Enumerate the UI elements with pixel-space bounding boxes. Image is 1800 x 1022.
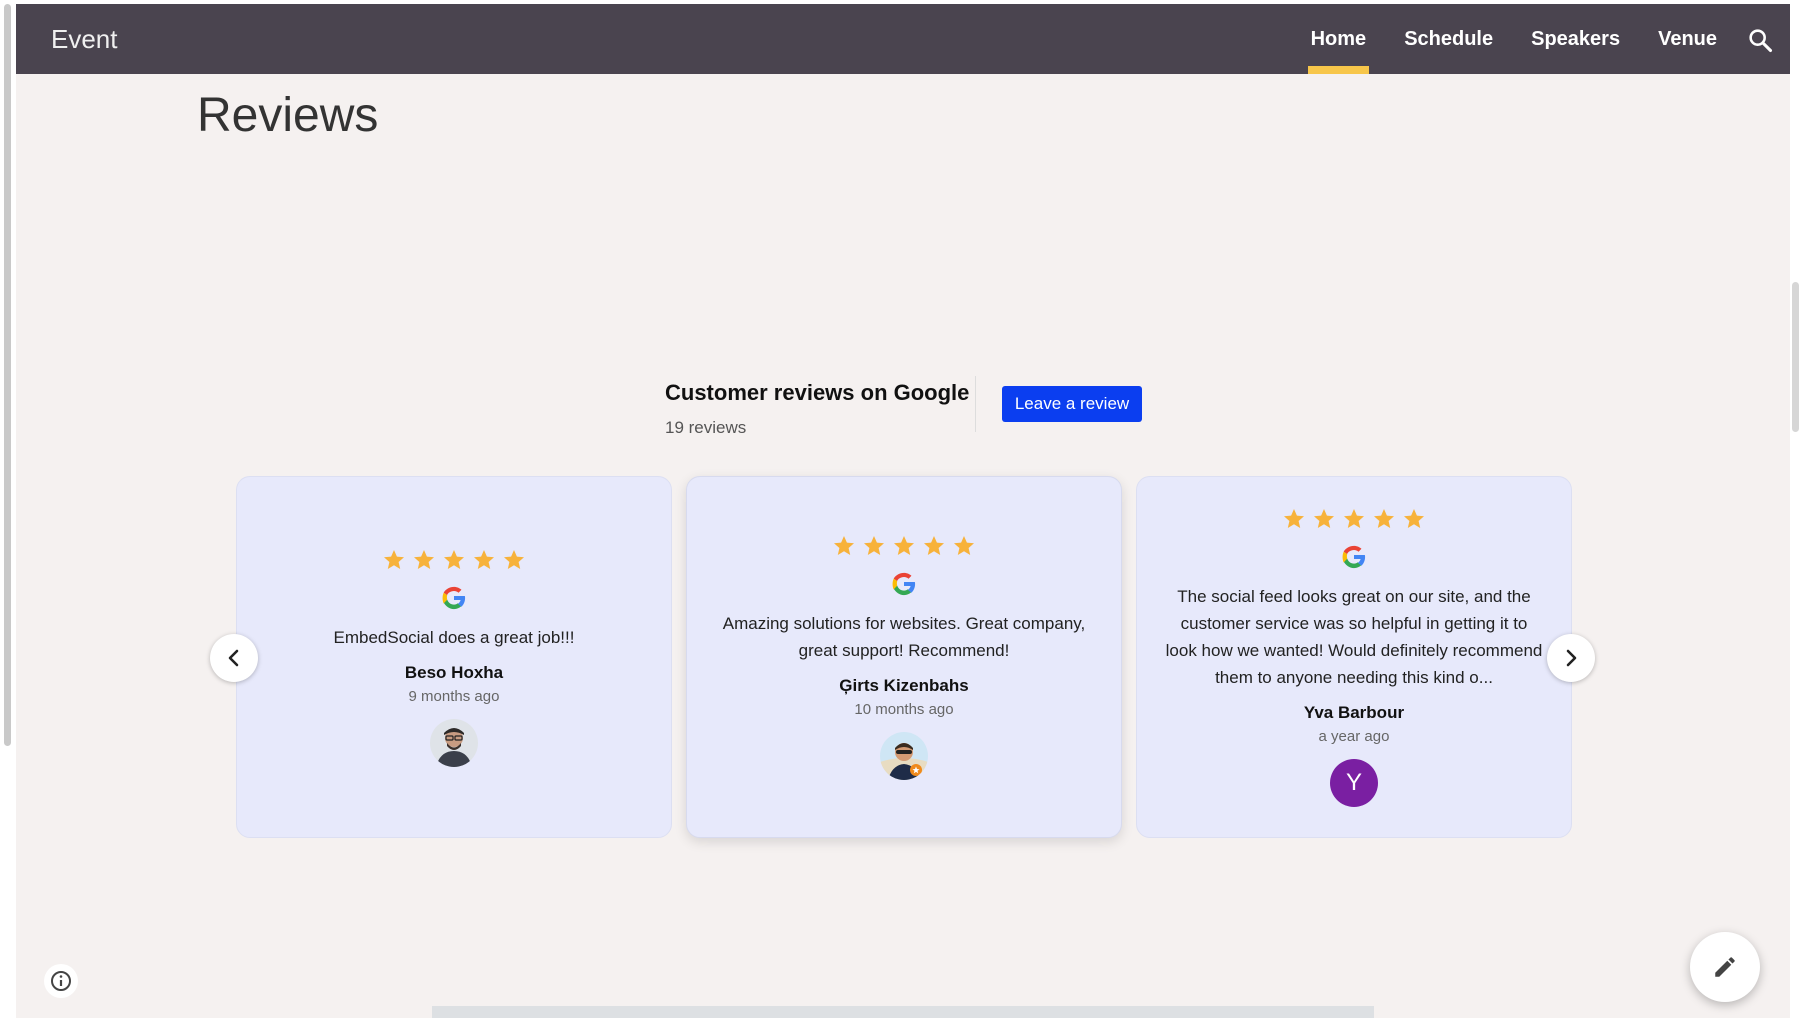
- pencil-icon: [1715, 957, 1735, 977]
- carousel-prev-button[interactable]: [210, 634, 258, 682]
- review-text: EmbedSocial does a great job!!!: [333, 627, 575, 647]
- left-scrollbar-track: [0, 0, 16, 1022]
- info-icon: [51, 971, 71, 991]
- review-time: a year ago: [1318, 728, 1390, 745]
- star-icon: [414, 549, 434, 569]
- carousel-next-button[interactable]: [1547, 634, 1595, 682]
- avatar: [430, 718, 478, 767]
- top-navbar: Event Home Schedule Speakers Venue: [16, 4, 1790, 74]
- avatar: [880, 732, 928, 780]
- nav-venue[interactable]: Venue: [1655, 4, 1720, 74]
- review-card: The social feed looks great on our site,…: [1136, 476, 1572, 838]
- star-icon: [1404, 509, 1424, 528]
- review-text: The social feed looks great on our site,…: [1165, 587, 1543, 687]
- avatar: Y: [1330, 759, 1378, 807]
- reviewer-name: Ģirts Kizenbahs: [839, 676, 969, 695]
- right-scrollbar-thumb[interactable]: [1792, 282, 1799, 432]
- star-icon: [834, 536, 854, 555]
- star-icon: [444, 549, 464, 569]
- google-icon: [892, 572, 916, 596]
- page-title: Reviews: [197, 89, 379, 142]
- review-count: 19 reviews: [665, 418, 747, 437]
- star-rating: [1282, 507, 1426, 531]
- chevron-right-icon: [1566, 649, 1577, 667]
- star-icon: [1314, 509, 1334, 528]
- reviewer-name: Beso Hoxha: [404, 662, 504, 682]
- star-icon: [384, 549, 404, 569]
- star-rating: [832, 534, 976, 558]
- reviewer-name: Yva Barbour: [1303, 703, 1405, 722]
- bottom-border: [16, 1018, 1790, 1022]
- star-icon: [1374, 509, 1394, 528]
- star-icon: [954, 536, 974, 555]
- star-icon: [894, 536, 914, 555]
- star-icon: [1344, 509, 1364, 528]
- star-icon: [924, 536, 944, 555]
- star-rating: [382, 548, 526, 572]
- main-nav: Home Schedule Speakers Venue: [1276, 4, 1720, 74]
- review-time: 10 months ago: [854, 701, 954, 718]
- nav-home[interactable]: Home: [1307, 4, 1370, 74]
- leave-review-button[interactable]: Leave a review: [1002, 386, 1142, 422]
- search-icon[interactable]: [1746, 26, 1774, 54]
- brand-title[interactable]: Event: [51, 24, 118, 55]
- star-icon: [864, 536, 884, 555]
- nav-schedule[interactable]: Schedule: [1401, 4, 1496, 74]
- review-card: EmbedSocial does a great job!!! Beso Hox…: [236, 476, 672, 838]
- left-scrollbar-thumb[interactable]: [4, 4, 11, 746]
- google-icon: [1342, 545, 1366, 569]
- right-scrollbar-track: [1790, 0, 1800, 1022]
- page-viewport: Event Home Schedule Speakers Venue Revie…: [0, 0, 1800, 1022]
- nav-speakers[interactable]: Speakers: [1528, 4, 1623, 74]
- edit-button[interactable]: [1690, 932, 1760, 1002]
- info-button[interactable]: [44, 964, 78, 998]
- header-divider: [975, 376, 976, 432]
- widget-title: Customer reviews on Google: [665, 380, 970, 405]
- star-icon: [504, 549, 524, 569]
- review-card: Amazing solutions for websites. Great co…: [686, 476, 1122, 838]
- chevron-left-icon: [228, 649, 239, 667]
- reviews-widget-header: Customer reviews on Google 19 reviews: [665, 380, 969, 438]
- star-icon: [1284, 509, 1304, 528]
- review-text: Amazing solutions for websites. Great co…: [722, 614, 1086, 660]
- review-time: 9 months ago: [408, 687, 500, 705]
- star-icon: [474, 549, 494, 569]
- google-icon: [442, 586, 466, 609]
